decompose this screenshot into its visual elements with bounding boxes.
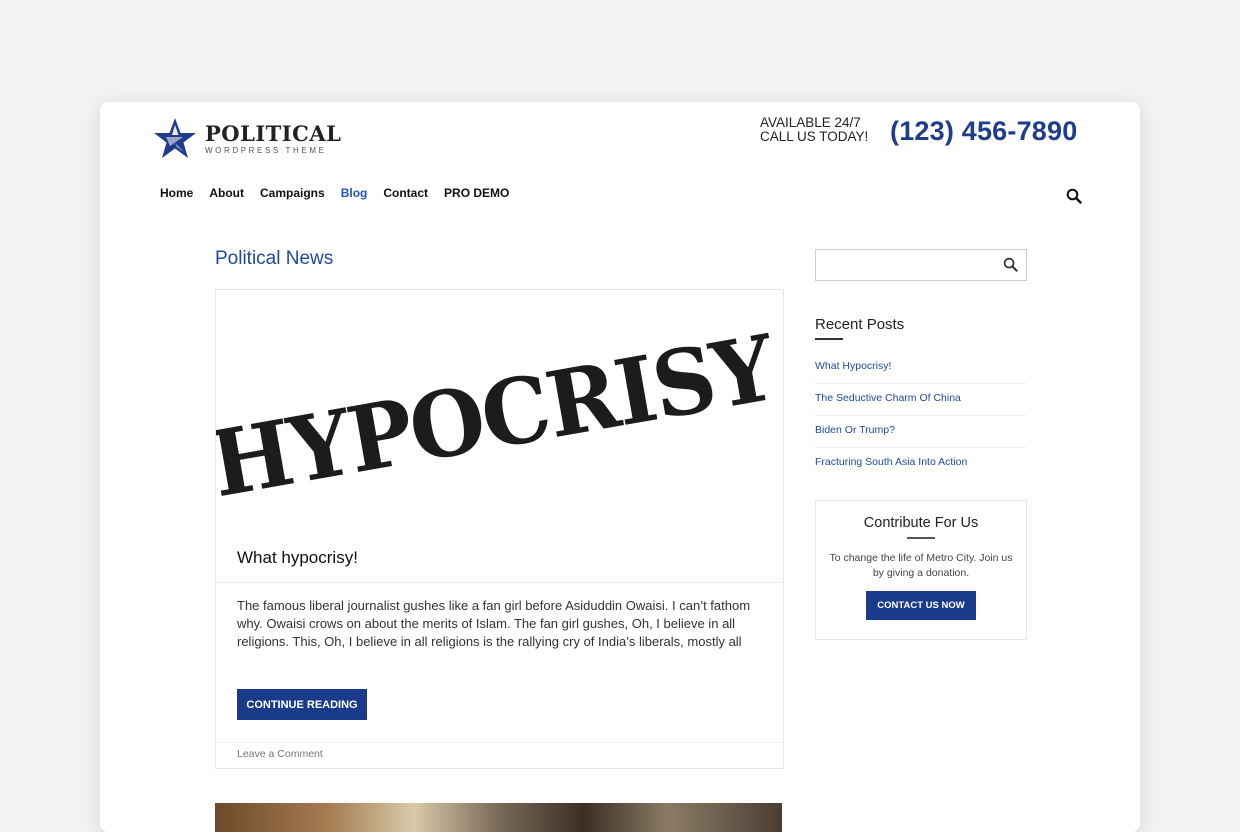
recent-post-link[interactable]: What Hypocrisy! [815,352,1026,384]
divider [216,582,783,583]
logo-subtitle: WORDPRESS THEME [205,145,327,155]
search-input[interactable] [816,250,1002,278]
nav-item-contact[interactable]: Contact [383,186,428,200]
post-title[interactable]: What hypocrisy! [237,548,358,568]
next-post-image[interactable] [215,803,782,832]
logo-title: POLITICAL [205,120,342,146]
star-logo-icon [154,118,196,158]
nav-item-about[interactable]: About [209,186,244,200]
availability-text: AVAILABLE 24/7 CALL US TODAY! [760,116,868,144]
sidebar-search [815,249,1027,281]
post-excerpt: The famous liberal journalist gushes lik… [237,598,751,649]
title-underline [907,537,935,539]
phone-number[interactable]: (123) 456-7890 [890,116,1077,147]
recent-post-link[interactable]: The Seductive Charm Of China [815,384,1026,416]
post-featured-image[interactable]: HYPOCRISY [216,290,783,530]
section-title[interactable]: Political News [215,248,333,270]
available-line-1: AVAILABLE 24/7 [760,115,861,130]
divider [216,742,783,743]
recent-posts-title: Recent Posts [815,316,905,333]
post-card: HYPOCRISY What hypocrisy! The famous lib… [215,289,784,769]
title-underline [815,338,843,340]
nav-item-blog[interactable]: Blog [341,186,368,200]
search-icon[interactable] [1066,188,1082,204]
search-icon[interactable] [1003,257,1018,272]
nav-item-pro-demo[interactable]: PRO DEMO [444,186,509,200]
site-logo[interactable]: POLITICAL WORDPRESS THEME [152,116,341,162]
contact-us-button[interactable]: CONTACT US NOW [866,591,976,620]
nav-item-home[interactable]: Home [160,186,193,200]
recent-posts-list: What Hypocrisy! The Seductive Charm Of C… [815,352,1026,479]
contribute-title: Contribute For Us [863,515,979,531]
recent-post-link[interactable]: Fracturing South Asia Into Action [815,448,1026,479]
contribute-text: To change the life of Metro City. Join u… [829,552,1013,579]
page-card: POLITICAL WORDPRESS THEME AVAILABLE 24/7… [100,102,1140,832]
contribute-widget: Contribute For Us To change the life of … [815,500,1027,640]
main-nav: Home About Campaigns Blog Contact PRO DE… [160,186,525,200]
continue-reading-button[interactable]: CONTINUE READING [237,689,367,720]
recent-post-link[interactable]: Biden Or Trump? [815,416,1026,448]
nav-item-campaigns[interactable]: Campaigns [260,186,325,200]
leave-comment-link[interactable]: Leave a Comment [237,748,323,760]
available-line-2: CALL US TODAY! [760,129,869,144]
